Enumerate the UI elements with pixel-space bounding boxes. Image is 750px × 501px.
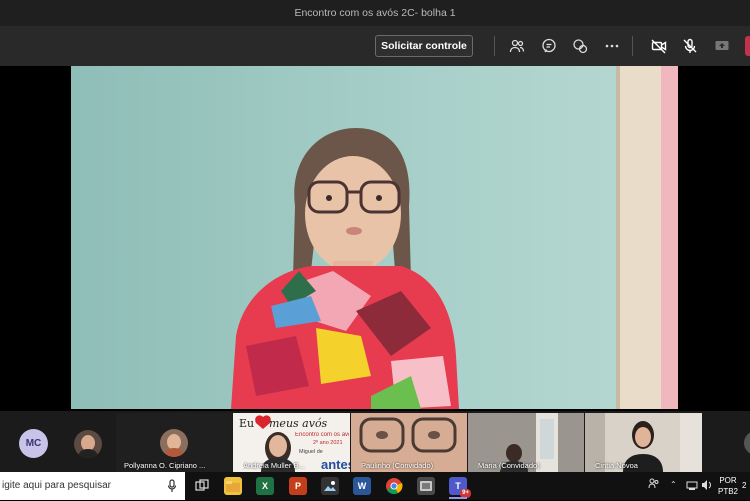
participant-name: Maria (Convidado) <box>478 461 540 470</box>
participant-name: Paulinho (Convidado) <box>361 461 434 470</box>
poster-subtitle: meus avós <box>269 417 328 430</box>
chevron-up-icon[interactable]: ⌃ <box>670 480 677 489</box>
keyboard-layout: PTB2 <box>717 487 738 496</box>
participant-name: Andreia Muller B... <box>243 461 305 470</box>
poster-name: Miguel de <box>299 449 323 455</box>
file-explorer-icon[interactable] <box>224 477 242 495</box>
participant-tile-andreia[interactable]: Eu meus avós Encontro com os avós 2º ano… <box>233 413 350 472</box>
participant-avatar <box>160 429 188 457</box>
search-input[interactable]: igite aqui para pesquisar <box>0 472 185 500</box>
speaker-video <box>71 66 678 409</box>
teams-icon[interactable]: T 9+ <box>449 477 471 498</box>
participant-tile-pollyanna[interactable]: Pollyanna O. Cipriano ... <box>116 413 232 472</box>
poster-year: 2º ano 2021 <box>313 440 343 446</box>
chrome-icon[interactable] <box>385 477 403 495</box>
search-placeholder: igite aqui para pesquisar <box>2 480 111 491</box>
participant-tile-maria[interactable]: Maria (Convidado) <box>468 413 584 472</box>
share-icon[interactable] <box>712 36 732 56</box>
participant-tile-cintia[interactable]: Cintia Novoa <box>585 413 702 472</box>
language-code: POR <box>719 476 737 485</box>
powerpoint-icon[interactable]: P <box>289 477 307 495</box>
speaker-video-frame <box>71 66 678 409</box>
reactions-icon[interactable] <box>570 36 590 56</box>
participant-avatar[interactable] <box>74 430 102 458</box>
photos-icon[interactable] <box>321 477 339 495</box>
people-icon[interactable] <box>648 477 660 491</box>
participant-name: Pollyanna O. Cipriano ... <box>124 461 206 470</box>
chat-icon[interactable] <box>539 36 559 56</box>
excel-icon[interactable]: X <box>256 477 274 495</box>
input-language-indicator[interactable]: POR PTB2 <box>715 475 741 497</box>
toolbar-divider <box>494 36 495 56</box>
windows-taskbar: igite aqui para pesquisar X P W T 9+ ⌃ P… <box>0 472 750 500</box>
window-title: Encontro com os avós 2C- bolha 1 <box>0 0 750 26</box>
mic-off-icon[interactable] <box>680 36 700 56</box>
more-icon[interactable] <box>602 36 622 56</box>
avatar[interactable]: MC <box>19 429 48 458</box>
active-app-indicator <box>449 497 467 499</box>
task-view-icon[interactable] <box>193 477 211 495</box>
hang-up-icon[interactable] <box>745 36 750 56</box>
participants-icon[interactable] <box>507 36 527 56</box>
participant-tile-paulinho[interactable]: Paulinho (Convidado) <box>351 413 467 472</box>
network-icon[interactable] <box>686 479 698 493</box>
volume-icon[interactable] <box>701 479 713 493</box>
participant-strip: MC Pollyanna O. Cipriano ... Eu meus avó… <box>0 411 750 472</box>
word-icon[interactable]: W <box>353 477 371 495</box>
toolbar-divider <box>632 36 633 56</box>
app-icon[interactable] <box>417 477 435 495</box>
request-control-button[interactable]: Solicitar controle <box>375 35 473 57</box>
camera-off-icon[interactable] <box>649 36 669 56</box>
poster-event: Encontro com os avós <box>295 432 349 438</box>
strip-scroll-button[interactable] <box>744 431 750 455</box>
mic-icon[interactable] <box>167 479 177 493</box>
poster-title: Eu <box>239 417 255 430</box>
clock[interactable]: 2 <box>742 481 746 490</box>
participant-name: Cintia Novoa <box>595 461 638 470</box>
meeting-toolbar: Solicitar controle <box>0 26 750 66</box>
main-video-stage <box>0 66 750 411</box>
